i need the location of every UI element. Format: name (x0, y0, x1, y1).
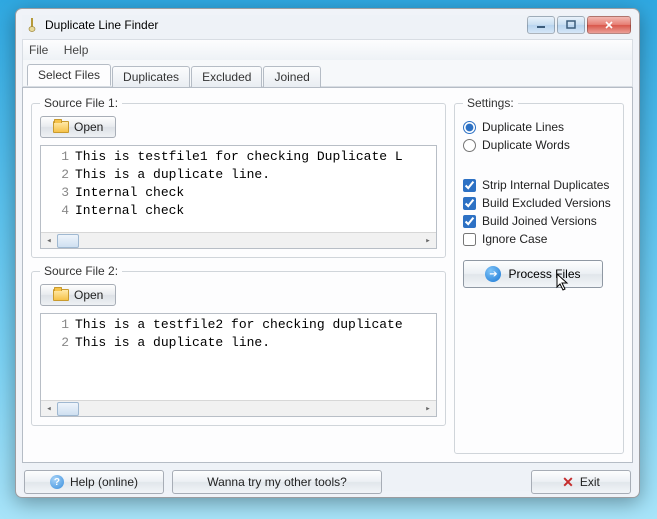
file2-line: This is a testfile2 for checking duplica… (75, 316, 403, 334)
file1-line: This is testfile1 for checking Duplicate… (75, 148, 403, 166)
file1-hscrollbar[interactable]: ◂ ▸ (41, 232, 436, 248)
scroll-left-icon[interactable]: ◂ (41, 233, 57, 249)
tab-joined[interactable]: Joined (263, 66, 320, 87)
left-column: Source File 1: Open 1This is testfile1 f… (31, 96, 446, 454)
process-files-button[interactable]: ➔ Process Files (463, 260, 603, 288)
app-icon (24, 17, 40, 33)
window-title: Duplicate Line Finder (45, 18, 158, 32)
radio-duplicate-lines-input[interactable] (463, 121, 476, 134)
scroll-right-icon[interactable]: ▸ (420, 233, 436, 249)
file2-line: This is a duplicate line. (75, 334, 270, 352)
settings-legend: Settings: (463, 96, 518, 110)
tab-duplicates[interactable]: Duplicates (112, 66, 190, 87)
open-file-1-label: Open (74, 120, 103, 134)
tabbar: Select Files Duplicates Excluded Joined (22, 60, 633, 87)
check-build-excluded[interactable]: Build Excluded Versions (463, 196, 615, 210)
source-file-1-viewer[interactable]: 1This is testfile1 for checking Duplicat… (40, 145, 437, 249)
window-controls (527, 16, 631, 34)
check-ignore-case[interactable]: Ignore Case (463, 232, 615, 246)
minimize-button[interactable] (527, 16, 555, 34)
close-x-icon: ✕ (562, 475, 574, 489)
menubar: File Help (22, 39, 633, 60)
close-button[interactable] (587, 16, 631, 34)
settings-group: Settings: Duplicate Lines Duplicate Word… (454, 96, 624, 454)
file2-hscrollbar[interactable]: ◂ ▸ (41, 400, 436, 416)
scroll-left-icon[interactable]: ◂ (41, 401, 57, 417)
tab-excluded[interactable]: Excluded (191, 66, 262, 87)
check-build-excluded-input[interactable] (463, 197, 476, 210)
check-build-joined[interactable]: Build Joined Versions (463, 214, 615, 228)
check-strip-internal[interactable]: Strip Internal Duplicates (463, 178, 615, 192)
open-file-2-label: Open (74, 288, 103, 302)
right-column: Settings: Duplicate Lines Duplicate Word… (454, 96, 624, 454)
open-file-1-button[interactable]: Open (40, 116, 116, 138)
tab-select-files[interactable]: Select Files (27, 64, 111, 86)
radio-duplicate-lines[interactable]: Duplicate Lines (463, 120, 615, 134)
radio-duplicate-words-input[interactable] (463, 139, 476, 152)
help-icon: ? (50, 475, 64, 489)
file1-line: Internal check (75, 202, 184, 220)
source-file-2-legend: Source File 2: (40, 264, 122, 278)
check-ignore-case-input[interactable] (463, 233, 476, 246)
file1-line: Internal check (75, 184, 184, 202)
arrow-right-circle-icon: ➔ (485, 266, 501, 282)
source-file-2-group: Source File 2: Open 1This is a testfile2… (31, 264, 446, 426)
open-file-2-button[interactable]: Open (40, 284, 116, 306)
check-build-joined-input[interactable] (463, 215, 476, 228)
file1-line: This is a duplicate line. (75, 166, 270, 184)
help-online-button[interactable]: ? Help (online) (24, 470, 164, 494)
process-files-label: Process Files (508, 267, 580, 281)
folder-icon (53, 121, 69, 133)
menu-file[interactable]: File (29, 43, 48, 57)
folder-icon (53, 289, 69, 301)
exit-button[interactable]: ✕ Exit (531, 470, 631, 494)
scroll-right-icon[interactable]: ▸ (420, 401, 436, 417)
bottom-bar: ? Help (online) Wanna try my other tools… (22, 463, 633, 494)
radio-duplicate-words[interactable]: Duplicate Words (463, 138, 615, 152)
check-strip-internal-input[interactable] (463, 179, 476, 192)
tab-content: Source File 1: Open 1This is testfile1 f… (22, 87, 633, 463)
menu-help[interactable]: Help (64, 43, 89, 57)
source-file-2-viewer[interactable]: 1This is a testfile2 for checking duplic… (40, 313, 437, 417)
other-tools-button[interactable]: Wanna try my other tools? (172, 470, 382, 494)
titlebar[interactable]: Duplicate Line Finder (22, 15, 633, 39)
app-window: Duplicate Line Finder File Help Select F… (15, 8, 640, 498)
source-file-1-group: Source File 1: Open 1This is testfile1 f… (31, 96, 446, 258)
maximize-button[interactable] (557, 16, 585, 34)
source-file-1-legend: Source File 1: (40, 96, 122, 110)
